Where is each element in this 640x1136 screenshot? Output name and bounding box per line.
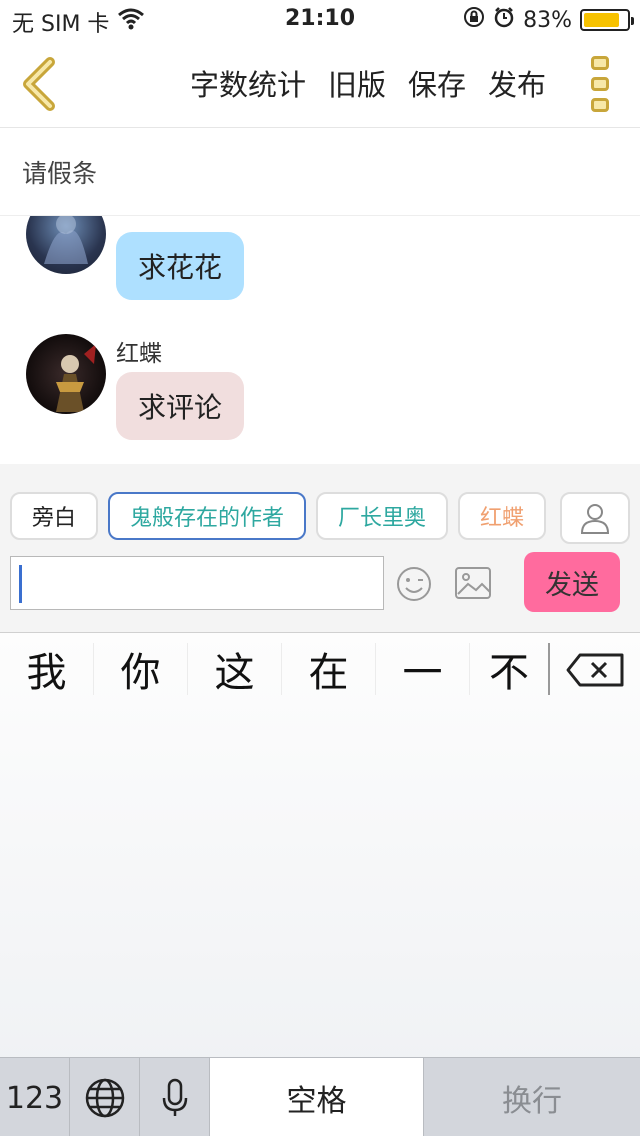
menu-dot (591, 77, 609, 91)
back-button[interactable] (18, 56, 58, 112)
keyboard: 我 你 这 在 一 不 123 空格 换行 (0, 632, 640, 1136)
alarm-icon (493, 6, 515, 34)
more-vertical-icon[interactable] (588, 56, 612, 112)
orientation-lock-icon (463, 6, 485, 34)
message-input[interactable] (10, 556, 384, 610)
space-key[interactable]: 空格 (210, 1058, 424, 1136)
emoji-button[interactable] (396, 566, 432, 602)
image-icon (455, 567, 491, 599)
role-chip-narration[interactable]: 旁白 (10, 492, 98, 540)
message-bubble[interactable]: 求花花 (116, 232, 245, 300)
candidate-key[interactable]: 我 (0, 643, 94, 696)
menu-dot (591, 56, 609, 70)
battery-level (584, 13, 619, 27)
globe-key[interactable] (70, 1058, 140, 1136)
word-count-button[interactable]: 字数统计 (190, 62, 306, 104)
candidate-key[interactable]: 不 (470, 643, 550, 696)
sender-name: 红蝶 (116, 341, 162, 367)
status-right: 83% (463, 6, 634, 34)
microphone-icon (162, 1078, 187, 1116)
emoji-icon (397, 567, 431, 601)
avatar[interactable] (26, 334, 106, 414)
add-role-button[interactable] (560, 492, 630, 544)
role-chip-hongdie[interactable]: 红蝶 (458, 492, 546, 540)
backspace-key[interactable] (566, 653, 626, 687)
send-button[interactable]: 发送 (524, 552, 620, 612)
candidate-key[interactable]: 一 (376, 643, 470, 696)
status-bar: 无 SIM 卡 21:10 83% (0, 0, 640, 40)
chevron-left-icon (23, 57, 55, 111)
message-bubble[interactable]: 求评论 (116, 372, 245, 440)
candidate-key[interactable]: 在 (282, 643, 376, 696)
keyboard-bottom-row: 123 空格 换行 (0, 1057, 640, 1136)
nav-actions: 字数统计 旧版 保存 发布 (190, 62, 546, 104)
role-chip-leo[interactable]: 厂长里奥 (316, 492, 448, 540)
person-icon (580, 504, 610, 534)
image-button[interactable] (454, 566, 492, 600)
story-title: 请假条 (22, 159, 98, 188)
story-title-row[interactable]: 请假条 (0, 128, 640, 216)
candidate-key[interactable]: 这 (188, 643, 282, 696)
old-version-button[interactable]: 旧版 (328, 62, 386, 104)
chat-area[interactable]: 求花花 红蝶 求评论 (0, 216, 640, 464)
text-caret (19, 565, 22, 603)
avatar[interactable] (26, 216, 106, 274)
backspace-icon (566, 653, 624, 687)
battery-percent: 83% (523, 7, 572, 33)
role-selector: 旁白 鬼般存在的作者 厂长里奥 红蝶 发送 (0, 464, 640, 632)
candidate-key[interactable]: 你 (94, 643, 188, 696)
menu-dot (591, 98, 609, 112)
mic-key[interactable] (140, 1058, 210, 1136)
publish-button[interactable]: 发布 (488, 62, 546, 104)
save-button[interactable]: 保存 (408, 62, 466, 104)
role-chip-author[interactable]: 鬼般存在的作者 (108, 492, 306, 540)
globe-icon (85, 1078, 124, 1118)
top-nav: 字数统计 旧版 保存 发布 (0, 40, 640, 128)
numbers-key[interactable]: 123 (0, 1058, 70, 1136)
candidate-row: 我 你 这 在 一 不 (0, 633, 640, 703)
return-key[interactable]: 换行 (424, 1058, 640, 1136)
battery-icon (580, 9, 634, 31)
